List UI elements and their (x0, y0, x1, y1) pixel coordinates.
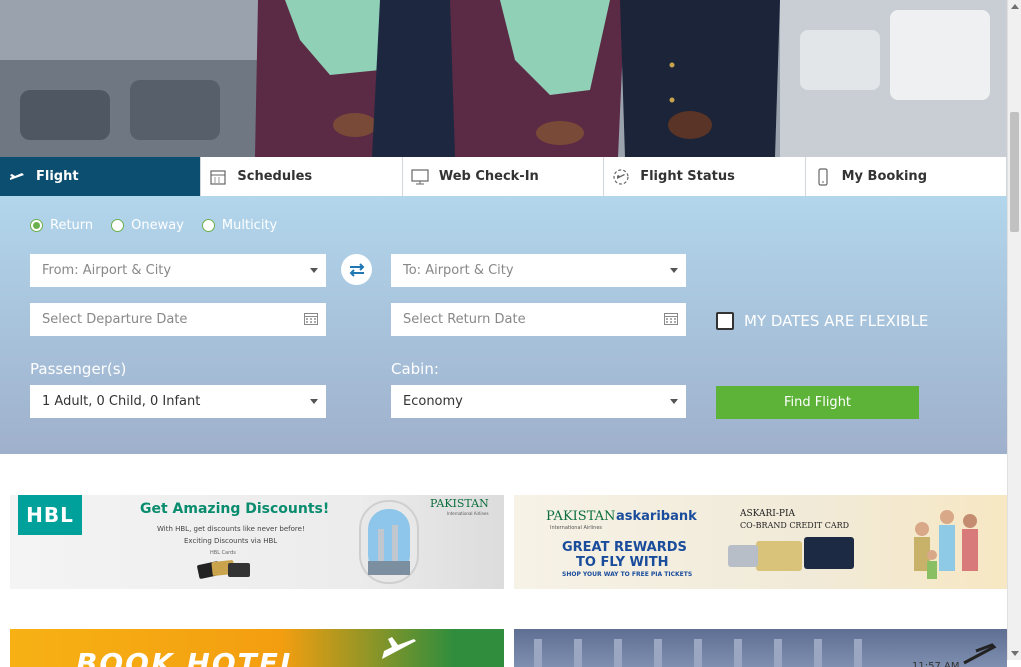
swap-icon (349, 262, 364, 277)
checkbox-icon (716, 312, 734, 330)
radio-label: Oneway (131, 218, 184, 233)
pia-logo-text: PAKISTAN (546, 509, 616, 524)
askari-headline-2: TO FLY WITH (576, 555, 669, 570)
to-placeholder: To: Airport & City (403, 263, 514, 278)
plane-icon (8, 168, 26, 186)
hero-illustration (0, 0, 1007, 157)
vertical-scrollbar[interactable] (1007, 0, 1021, 660)
askari-pia-banner[interactable]: PAKISTAN International Airlines askariba… (514, 495, 1007, 589)
tab-label: Flight (36, 169, 79, 184)
radio-label: Return (50, 218, 94, 233)
cabin-label: Cabin: (391, 360, 439, 378)
askari-card-sub: CO-BRAND CREDIT CARD (740, 521, 850, 530)
pia-logo-sub: International Airlines (447, 511, 489, 516)
hbl-cards-label: HBL Cards (210, 550, 236, 556)
hbl-line2: Exciting Discounts via HBL (184, 537, 278, 545)
tab-flight-status[interactable]: Flight Status (604, 157, 806, 196)
to-airport-select[interactable]: To: Airport & City (391, 254, 686, 287)
family-photo (914, 510, 978, 579)
calendar-icon (664, 313, 678, 325)
from-airport-select[interactable]: From: Airport & City (30, 254, 326, 287)
radio-oneway[interactable]: Oneway (111, 218, 184, 233)
credit-cards-image (197, 560, 250, 579)
radio-label: Multicity (221, 218, 278, 233)
chevron-down-icon (670, 399, 678, 404)
find-flight-button[interactable]: Find Flight (716, 386, 919, 419)
chevron-down-icon (670, 268, 678, 273)
flexible-dates-checkbox[interactable]: MY DATES ARE FLEXIBLE (716, 312, 928, 330)
phone-icon (814, 167, 832, 186)
booking-tabs: Flight Schedules Web Check-In Flight Sta… (0, 157, 1007, 196)
hbl-headline: Get Amazing Discounts! (140, 501, 330, 517)
tab-label: My Booking (841, 169, 927, 184)
radio-selected-icon (30, 219, 43, 232)
hbl-logo: HBL (18, 495, 82, 535)
flight-search-panel: Return Oneway Multicity From: Airport & … (0, 196, 1007, 454)
radio-return[interactable]: Return (30, 218, 93, 233)
askari-card-title: ASKARI-PIA (740, 509, 796, 519)
radio-unselected-icon (201, 219, 215, 232)
scrollbar-thumb[interactable] (1010, 112, 1019, 232)
tab-label: Flight Status (640, 169, 735, 184)
tab-label: Web Check-In (438, 169, 539, 184)
passengers-label: Passenger(s) (30, 360, 127, 378)
hbl-discount-banner[interactable]: HBL Get Amazing Discounts! With HBL, get… (10, 495, 504, 589)
passengers-value: 1 Adult, 0 Child, 0 Infant (42, 394, 201, 409)
tab-label: Schedules (237, 169, 313, 184)
hbl-line1: With HBL, get discounts like never befor… (157, 525, 305, 533)
chevron-down-icon (310, 268, 318, 273)
trip-type-group: Return Oneway Multicity (30, 218, 277, 233)
radio-multicity[interactable]: Multicity (201, 218, 278, 233)
flight-status-icon (612, 168, 630, 186)
hero-image (0, 0, 1007, 157)
monitor-icon (411, 168, 429, 186)
tab-schedules[interactable]: Schedules (201, 157, 403, 196)
tab-my-booking[interactable]: My Booking (806, 157, 1007, 196)
departure-placeholder: Select Departure Date (42, 312, 188, 327)
askari-tagline: SHOP YOUR WAY TO FREE PIA TICKETS (562, 571, 693, 578)
tab-web-check-in[interactable]: Web Check-In (403, 157, 605, 196)
airplane-window-image (359, 500, 419, 584)
cabin-value: Economy (403, 394, 463, 409)
scroll-up-icon[interactable] (1011, 4, 1019, 9)
chevron-down-icon (310, 399, 318, 404)
airplane-icon (382, 637, 416, 659)
scroll-down-icon[interactable] (1011, 651, 1019, 656)
hotel-booking-banner[interactable]: BOOK HOTEL (10, 629, 504, 667)
page: Flight Schedules Web Check-In Flight Sta… (0, 0, 1007, 667)
hotel-banner-text: BOOK HOTEL (76, 647, 300, 667)
tab-flight[interactable]: Flight (0, 157, 202, 196)
swap-airports-button[interactable] (341, 254, 372, 285)
from-placeholder: From: Airport & City (42, 263, 172, 278)
pia-logo-text: PAKISTAN (430, 497, 489, 510)
cabin-select[interactable]: Economy (391, 385, 686, 418)
calendar-icon (209, 168, 227, 186)
calendar-icon (304, 313, 318, 325)
flexible-dates-label: MY DATES ARE FLEXIBLE (744, 312, 929, 330)
departure-date-input[interactable]: Select Departure Date (30, 303, 326, 336)
askari-headline-1: GREAT REWARDS (562, 540, 687, 555)
return-placeholder: Select Return Date (403, 312, 526, 327)
askari-bank-logo: askaribank (616, 509, 697, 524)
return-date-input[interactable]: Select Return Date (391, 303, 686, 336)
passengers-select[interactable]: 1 Adult, 0 Child, 0 Infant (30, 385, 326, 418)
taskbar-clock: 11:57 AM (912, 661, 960, 667)
pia-logo-sub: International Airlines (550, 525, 602, 531)
radio-unselected-icon (111, 219, 125, 232)
credit-cards-image (728, 537, 854, 571)
